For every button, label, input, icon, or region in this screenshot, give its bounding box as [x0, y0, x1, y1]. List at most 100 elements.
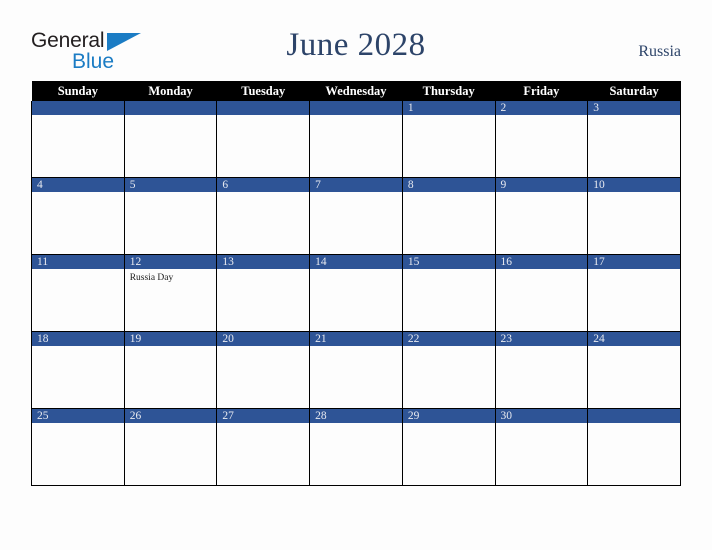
day-number: 9	[495, 178, 588, 192]
day-number: 1	[402, 101, 495, 115]
day-cell-10[interactable]: 10	[587, 177, 681, 255]
day-number: 24	[588, 332, 680, 346]
day-cell-content: 8	[402, 178, 495, 254]
day-cell-content: 29	[402, 409, 495, 485]
day-number: 19	[124, 332, 217, 346]
day-cell-empty	[123, 101, 218, 178]
day-number: 17	[588, 255, 680, 269]
day-number: 11	[32, 255, 124, 269]
page-header: General Blue June 2028 Russia	[0, 0, 712, 80]
day-cell-content: 21	[310, 332, 402, 408]
day-cell-9[interactable]: 9	[494, 177, 589, 255]
day-cell-content: 18	[32, 332, 124, 408]
day-events	[403, 269, 495, 272]
calendar-week-row: 18 19 20 21 22 23 24	[31, 331, 681, 409]
day-events	[310, 423, 402, 426]
day-events	[310, 346, 402, 349]
day-cell-content: 30	[495, 409, 588, 485]
day-cell-12[interactable]: 12 Russia Day	[123, 254, 218, 332]
day-events	[403, 115, 495, 118]
day-cell-content: 14	[310, 255, 402, 331]
day-events	[496, 115, 588, 118]
day-cell-content: 13	[217, 255, 310, 331]
day-number: 30	[495, 409, 588, 423]
day-cell-content: 17	[588, 255, 680, 331]
day-cell-5[interactable]: 5	[123, 177, 218, 255]
day-events	[496, 346, 588, 349]
day-events	[588, 269, 680, 272]
calendar-grid: Sunday Monday Tuesday Wednesday Thursday Frid…	[31, 81, 681, 486]
day-cell-content: 26	[124, 409, 217, 485]
day-cell-20[interactable]: 20	[216, 331, 311, 409]
day-cell-26[interactable]: 26	[123, 408, 218, 486]
day-events	[32, 192, 124, 195]
day-cell-4[interactable]: 4	[31, 177, 125, 255]
day-cell-content: 4	[32, 178, 124, 254]
day-cell-22[interactable]: 22	[401, 331, 496, 409]
day-events	[403, 192, 495, 195]
day-cell-27[interactable]: 27	[216, 408, 311, 486]
day-number	[310, 101, 402, 115]
day-cell-15[interactable]: 15	[401, 254, 496, 332]
day-cell-11[interactable]: 11	[31, 254, 125, 332]
day-cell-23[interactable]: 23	[494, 331, 589, 409]
day-cell-25[interactable]: 25	[31, 408, 125, 486]
day-cell-1[interactable]: 1	[401, 101, 496, 178]
day-events	[403, 423, 495, 426]
day-cell-empty	[31, 101, 125, 178]
day-cell-content: 24	[588, 332, 680, 408]
day-cell-content: 7	[310, 178, 402, 254]
day-events	[588, 192, 680, 195]
day-number: 28	[310, 409, 402, 423]
day-cell-19[interactable]: 19	[123, 331, 218, 409]
day-events	[32, 423, 124, 426]
day-events	[310, 115, 402, 118]
calendar-header-row: Sunday Monday Tuesday Wednesday Thursday Frid…	[31, 81, 681, 101]
day-cell-28[interactable]: 28	[309, 408, 403, 486]
day-cell-7[interactable]: 7	[309, 177, 403, 255]
day-cell-content: 16	[495, 255, 588, 331]
day-cell-empty	[587, 408, 681, 486]
day-number	[588, 409, 680, 423]
day-cell-6[interactable]: 6	[216, 177, 311, 255]
day-number: 23	[495, 332, 588, 346]
day-number: 3	[588, 101, 680, 115]
day-cell-content: 23	[495, 332, 588, 408]
country-label: Russia	[638, 43, 681, 60]
day-cell-30[interactable]: 30	[494, 408, 589, 486]
day-number: 21	[310, 332, 402, 346]
day-cell-21[interactable]: 21	[309, 331, 403, 409]
event-label: Russia Day	[129, 273, 174, 283]
day-events	[217, 423, 309, 426]
weekday-header-tuesday: Tuesday	[216, 81, 310, 101]
day-cell-content: 2	[495, 101, 588, 177]
day-cell-14[interactable]: 14	[309, 254, 403, 332]
day-cell-2[interactable]: 2	[494, 101, 589, 178]
day-cell-content: 9	[495, 178, 588, 254]
day-events	[217, 346, 309, 349]
day-cell-18[interactable]: 18	[31, 331, 125, 409]
day-cell-24[interactable]: 24	[587, 331, 681, 409]
day-cell-content: 6	[217, 178, 310, 254]
day-number: 27	[217, 409, 310, 423]
day-cell-16[interactable]: 16	[494, 254, 589, 332]
day-cell-3[interactable]: 3	[587, 101, 681, 178]
weekday-header-sunday: Sunday	[31, 81, 125, 101]
calendar-week-row: 11 12 Russia Day 13 14 15 16 17	[31, 254, 681, 332]
day-cell-29[interactable]: 29	[401, 408, 496, 486]
day-events	[496, 192, 588, 195]
day-cell-content: 19	[124, 332, 217, 408]
day-number: 4	[32, 178, 124, 192]
day-events	[588, 346, 680, 349]
day-cell-8[interactable]: 8	[401, 177, 496, 255]
day-cell-13[interactable]: 13	[216, 254, 311, 332]
calendar-week-row: 4 5 6 7 8 9 10	[31, 177, 681, 255]
day-cell-17[interactable]: 17	[587, 254, 681, 332]
day-number	[124, 101, 217, 115]
day-number: 10	[588, 178, 680, 192]
day-events	[32, 269, 124, 272]
day-events	[217, 115, 309, 118]
day-events	[496, 269, 588, 272]
day-events	[310, 269, 402, 272]
day-number: 6	[217, 178, 310, 192]
